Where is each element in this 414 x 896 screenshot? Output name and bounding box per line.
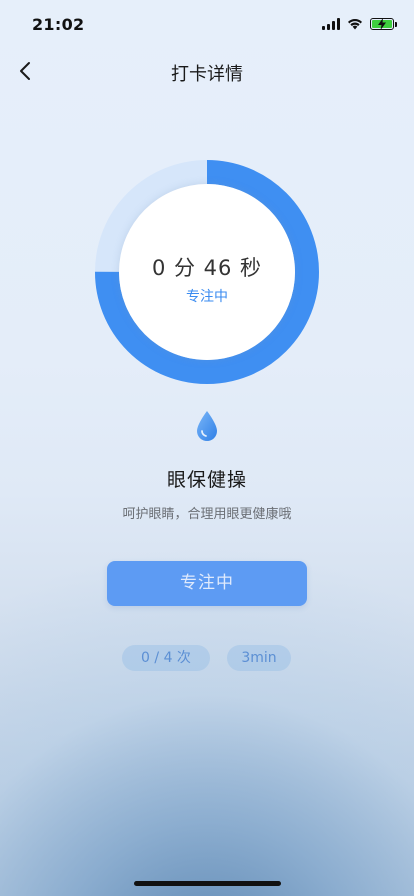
status-icons [322, 17, 397, 31]
water-drop-icon [197, 411, 217, 441]
focus-status-label: 专注中 [186, 289, 228, 305]
status-bar: 21:02 [0, 0, 414, 48]
battery-icon [370, 18, 397, 30]
signal-icon [322, 18, 340, 30]
home-indicator [134, 881, 281, 886]
duration-badge: 3min [227, 645, 291, 671]
wifi-icon [348, 19, 362, 30]
focus-button[interactable]: 专注中 [107, 561, 307, 606]
activity-description: 呵护眼睛，合理用眼更健康哦 [122, 507, 292, 522]
check-in-count-badge: 0 / 4 次 [122, 645, 210, 671]
activity-title: 眼保健操 [166, 469, 247, 491]
page-title: 打卡详情 [171, 64, 243, 85]
nav-bar: 打卡详情 [0, 48, 414, 94]
progress-ring: 0 分 46 秒 专注中 [95, 160, 319, 384]
status-time: 21:02 [32, 15, 85, 34]
timer-display: 0 分 46 秒 [151, 256, 263, 280]
